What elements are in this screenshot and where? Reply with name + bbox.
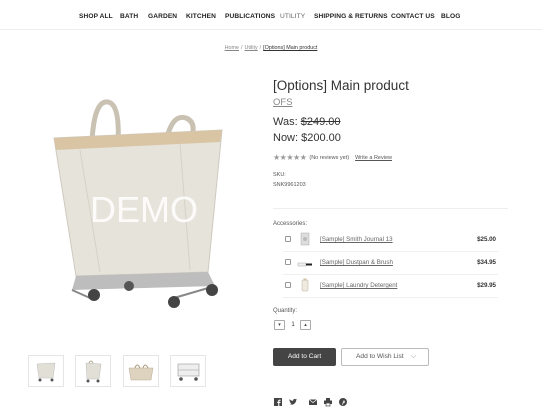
journal-icon (297, 231, 313, 247)
accessory-row: [Sample] Laundry Detergent $29.95 (283, 276, 498, 296)
now-price-value: $200.00 (301, 132, 341, 144)
breadcrumb-utility[interactable]: Utility (244, 45, 257, 51)
was-label: Was: (273, 116, 298, 128)
breadcrumb-separator: / (259, 45, 262, 51)
product-title: [Options] Main product (273, 78, 409, 93)
sku-value: SNK9961203 (273, 182, 306, 188)
thumbnail-4[interactable] (170, 355, 206, 387)
nav-publications[interactable]: PUBLICATIONS (225, 13, 275, 20)
nav-bath[interactable]: BATH (120, 13, 138, 20)
facebook-icon[interactable] (273, 394, 283, 406)
accessory-checkbox[interactable] (285, 236, 291, 242)
now-price: Now: $200.00 (273, 132, 341, 144)
accessory-price: $25.00 (477, 236, 496, 243)
email-icon[interactable] (308, 394, 318, 405)
twitter-icon[interactable] (288, 394, 298, 405)
divider (283, 251, 498, 252)
pinterest-icon[interactable] (338, 394, 348, 406)
chevron-down-icon: ⌵ (410, 353, 416, 360)
add-to-wishlist-button[interactable]: Add to Wish List ⌵ (341, 348, 429, 366)
breadcrumb-separator: / (240, 45, 243, 51)
nav-garden[interactable]: GARDEN (148, 13, 177, 20)
quantity-increase-button[interactable]: ▴ (300, 320, 311, 330)
accessory-checkbox[interactable] (285, 282, 291, 288)
rating-stars-icon: ★★★★★ (273, 153, 307, 162)
sku-label: SKU: (273, 172, 286, 178)
thumbnail-3[interactable] (123, 355, 159, 387)
detergent-icon (297, 277, 313, 293)
divider (283, 297, 498, 298)
nav-contact-us[interactable]: CONTACT US (391, 13, 435, 20)
reviews-count: (No reviews yet) (309, 154, 350, 161)
accessory-name-link[interactable]: [Sample] Smith Journal 13 (320, 236, 393, 243)
quantity-input[interactable] (286, 320, 300, 330)
was-price-value: $249.00 (300, 116, 341, 128)
accessory-name-link[interactable]: [Sample] Laundry Detergent (320, 282, 397, 289)
quantity-decrease-button[interactable]: ▾ (274, 320, 285, 330)
nav-blog[interactable]: BLOG (441, 13, 460, 20)
write-review-link[interactable]: Write a Review (355, 155, 392, 161)
nav-shop-all[interactable]: SHOP ALL (79, 13, 113, 20)
accessory-checkbox[interactable] (285, 259, 291, 265)
thumbnail-1[interactable] (28, 355, 64, 387)
nav-shipping-returns[interactable]: SHIPPING & RETURNS (314, 13, 388, 20)
divider (283, 274, 498, 275)
now-label: Now: (273, 132, 299, 144)
product-main-image[interactable]: DEMO (40, 90, 225, 315)
laundry-cart-image: DEMO (53, 99, 223, 308)
accessory-row: [Sample] Dustpan & Brush $34.95 (283, 253, 498, 273)
accessories-label: Accessories: (273, 221, 308, 227)
was-price: Was: $249.00 (273, 116, 340, 128)
product-brand-link[interactable]: OFS (273, 97, 293, 108)
breadcrumb: Home / Utility / [Options] Main product (0, 45, 542, 51)
nav-kitchen[interactable]: KITCHEN (186, 13, 216, 20)
print-icon[interactable] (323, 394, 333, 407)
top-navigation: SHOP ALL BATH GARDEN KITCHEN PUBLICATION… (0, 0, 542, 30)
breadcrumb-home[interactable]: Home (225, 45, 239, 51)
breadcrumb-current[interactable]: [Options] Main product (263, 45, 317, 51)
accessory-price: $29.95 (477, 282, 496, 289)
thumbnail-2[interactable] (75, 355, 111, 387)
add-to-wishlist-label: Add to Wish List (356, 353, 404, 360)
divider (273, 208, 508, 209)
accessory-price: $34.95 (477, 259, 496, 266)
accessory-name-link[interactable]: [Sample] Dustpan & Brush (320, 259, 393, 266)
add-to-cart-button[interactable]: Add to Cart (273, 348, 336, 366)
rating-row: ★★★★★ (No reviews yet) Write a Review (273, 153, 392, 162)
quantity-label: Quantity: (273, 308, 298, 314)
demo-watermark: DEMO (90, 189, 198, 230)
dustpan-icon (297, 254, 313, 270)
nav-utility[interactable]: UTILITY (280, 13, 305, 20)
accessory-row: [Sample] Smith Journal 13 $25.00 (283, 230, 498, 250)
